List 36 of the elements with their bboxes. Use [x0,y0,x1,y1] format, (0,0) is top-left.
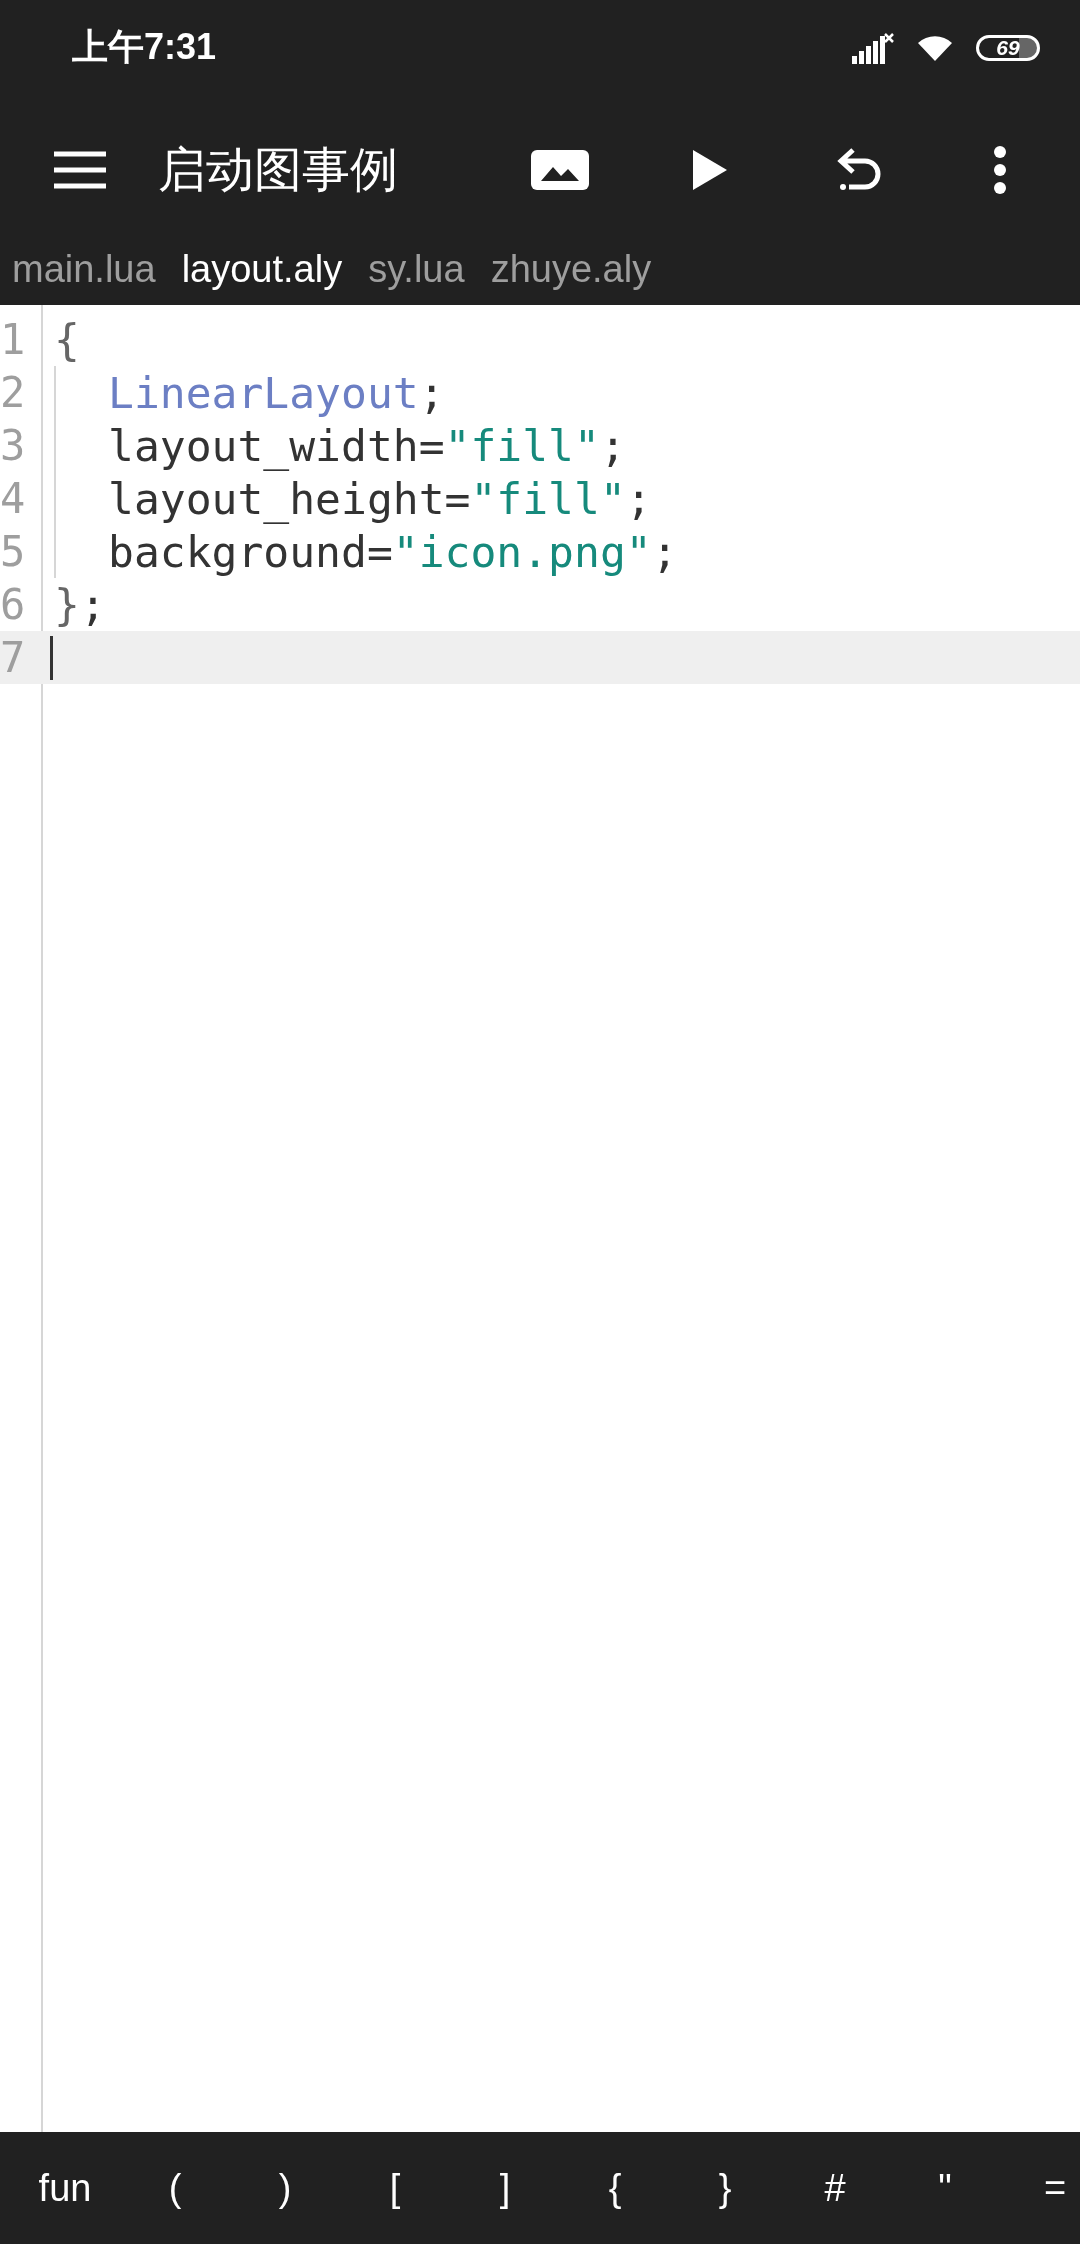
line-number: 5 [0,527,27,576]
play-icon [693,150,727,190]
symbol-key[interactable]: # [824,2166,846,2210]
code-line: }; [54,579,106,630]
symbol-key[interactable]: = [1043,2166,1067,2210]
file-tab[interactable]: sy.lua [368,245,465,293]
file-tab[interactable]: main.lua [12,245,156,293]
code-line: LinearLayout; [108,367,445,418]
line-number: 3 [0,421,27,470]
symbol-key[interactable]: } [718,2166,732,2210]
symbol-key[interactable]: { [608,2166,622,2210]
code-line: layout_width="fill"; [108,420,626,471]
file-tab[interactable]: zhuye.aly [490,245,652,293]
code-line: { [54,314,80,365]
line-number: 7 [0,633,27,682]
symbol-key[interactable]: ] [499,2166,511,2210]
line-number: 2 [0,368,27,417]
code-line: layout_height="fill"; [108,473,652,524]
battery-icon: 69 [976,34,1040,61]
more-icon [993,146,1007,194]
line-number: 1 [0,315,27,364]
symbol-key[interactable]: fun [38,2166,92,2210]
symbol-key[interactable]: " [938,2166,952,2210]
code-line: background="icon.png"; [108,526,678,577]
symbol-key[interactable]: ) [278,2166,292,2210]
text-cursor [50,635,53,680]
image-icon [531,150,589,190]
menu-icon [54,151,106,189]
symbol-key[interactable]: [ [389,2166,401,2210]
signal-icon [852,31,894,64]
line-number: 6 [0,580,27,629]
status-time: 上午7:31 [72,25,218,69]
file-tab[interactable]: layout.aly [181,245,343,293]
toolbar-title: 启动图事例 [158,140,399,199]
symbol-key[interactable]: ( [168,2166,182,2210]
line-number: 4 [0,474,27,523]
